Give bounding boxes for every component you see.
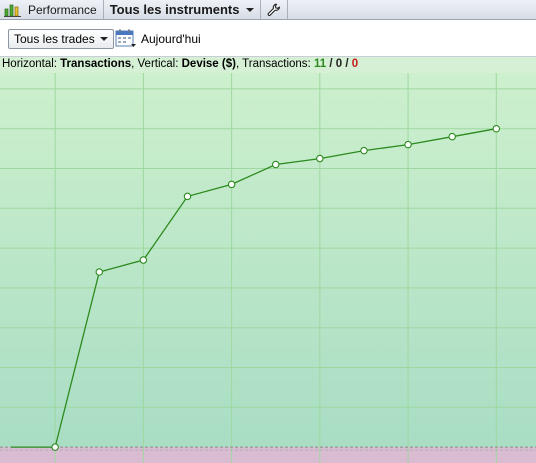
data-point xyxy=(51,443,59,451)
tab-instruments[interactable]: Tous les instruments xyxy=(104,0,261,19)
separator: / xyxy=(342,58,352,70)
data-point xyxy=(448,132,456,141)
bar-chart-icon xyxy=(4,4,21,17)
chart-negative-area xyxy=(0,447,536,463)
vertical-prefix: , Vertical: xyxy=(131,58,182,70)
horizontal-axis-value: Transactions xyxy=(60,58,132,70)
data-point xyxy=(316,154,324,163)
trade-filter-dropdown[interactable]: Tous les trades xyxy=(8,29,114,49)
separator: / xyxy=(326,58,336,70)
tab-performance-label: Performance xyxy=(28,2,97,17)
transactions-total: 11 xyxy=(313,58,327,70)
chevron-down-icon xyxy=(99,37,108,41)
tab-bar: Performance Tous les instruments xyxy=(0,0,536,20)
data-point xyxy=(492,124,501,133)
performance-chart xyxy=(0,73,536,463)
trade-filter-value: Tous les trades xyxy=(14,32,95,46)
transactions-losing: 0 xyxy=(351,58,359,70)
data-point xyxy=(95,268,104,276)
data-point xyxy=(404,140,412,149)
chart-info-bar: Horizontal: Transactions, Vertical: Devi… xyxy=(0,57,536,73)
data-point xyxy=(227,180,236,189)
data-point xyxy=(183,192,192,201)
horizontal-prefix: Horizontal: xyxy=(2,58,61,70)
data-point xyxy=(139,256,148,264)
chevron-down-icon xyxy=(245,7,254,12)
tab-instruments-label: Tous les instruments xyxy=(109,2,240,17)
toolbar: Tous les trades Aujourd'hui xyxy=(0,20,536,57)
tab-performance[interactable]: Performance xyxy=(0,0,104,19)
calendar-icon[interactable] xyxy=(115,29,137,49)
data-point xyxy=(271,160,280,169)
date-range-label[interactable]: Aujourd'hui xyxy=(141,32,201,46)
vertical-axis-value: Devise ($) xyxy=(181,58,236,70)
settings-button[interactable] xyxy=(261,0,288,19)
data-point xyxy=(360,146,368,155)
transactions-prefix: , Transactions: xyxy=(235,58,314,70)
wrench-icon xyxy=(267,3,280,16)
